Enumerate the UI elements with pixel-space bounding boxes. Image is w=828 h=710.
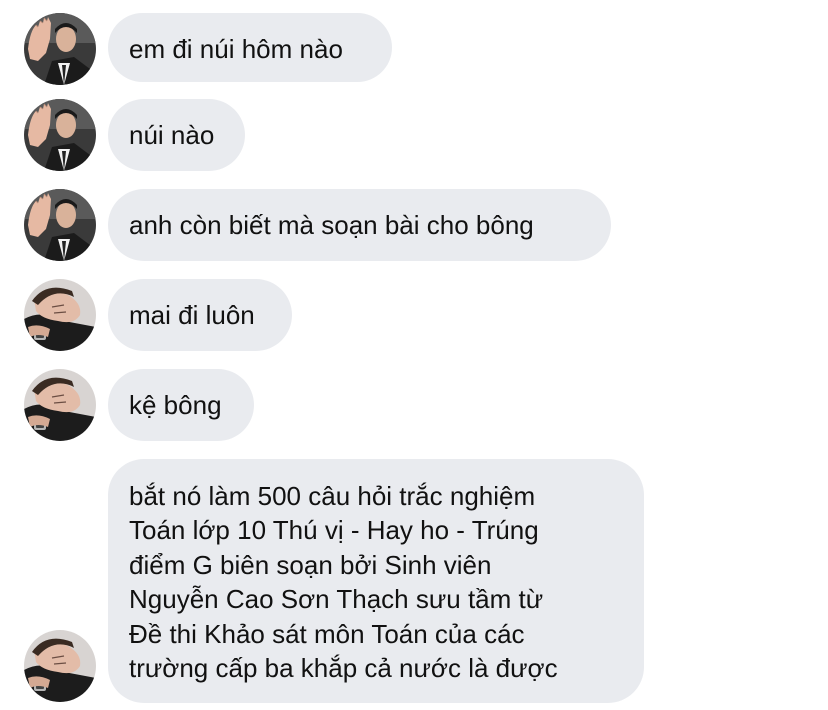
message-bubble[interactable]: mai đi luôn	[108, 279, 292, 351]
message-bubble[interactable]: núi nào	[108, 99, 245, 171]
man-lying-avatar-icon[interactable]	[24, 279, 96, 351]
man-waving-avatar-icon[interactable]	[24, 99, 96, 171]
message-bubble[interactable]: bắt nó làm 500 câu hỏi trắc nghiệm Toán …	[108, 459, 644, 703]
message-text-line: Đề thi Khảo sát môn Toán của các	[129, 618, 525, 649]
message-text-line: Nguyễn Cao Sơn Thạch sưu tầm từ	[129, 584, 544, 615]
man-lying-avatar-icon[interactable]	[24, 369, 96, 441]
message-text-line: trường cấp ba khắp cả nước là được	[129, 653, 558, 684]
message-text: mai đi luôn	[129, 300, 255, 330]
message-text-line: điểm G biên soạn bởi Sinh viên	[129, 549, 492, 580]
message-text: núi nào	[129, 120, 215, 150]
message-text: anh còn biết mà soạn bài cho bông	[129, 210, 534, 240]
message-text: kệ bông	[129, 390, 222, 420]
message-bubble[interactable]: em đi núi hôm nào	[108, 13, 392, 82]
message-text-line: bắt nó làm 500 câu hỏi trắc nghiệm	[129, 481, 536, 511]
message-text-line: Toán lớp 10 Thú vị - Hay ho - Trúng	[129, 515, 539, 546]
man-waving-avatar-icon[interactable]	[24, 13, 96, 85]
man-waving-avatar-icon[interactable]	[24, 189, 96, 261]
message-bubble[interactable]: anh còn biết mà soạn bài cho bông	[108, 189, 611, 261]
man-lying-avatar-icon[interactable]	[24, 630, 96, 702]
message-bubble[interactable]: kệ bông	[108, 369, 254, 441]
message-text: em đi núi hôm nào	[129, 34, 343, 64]
